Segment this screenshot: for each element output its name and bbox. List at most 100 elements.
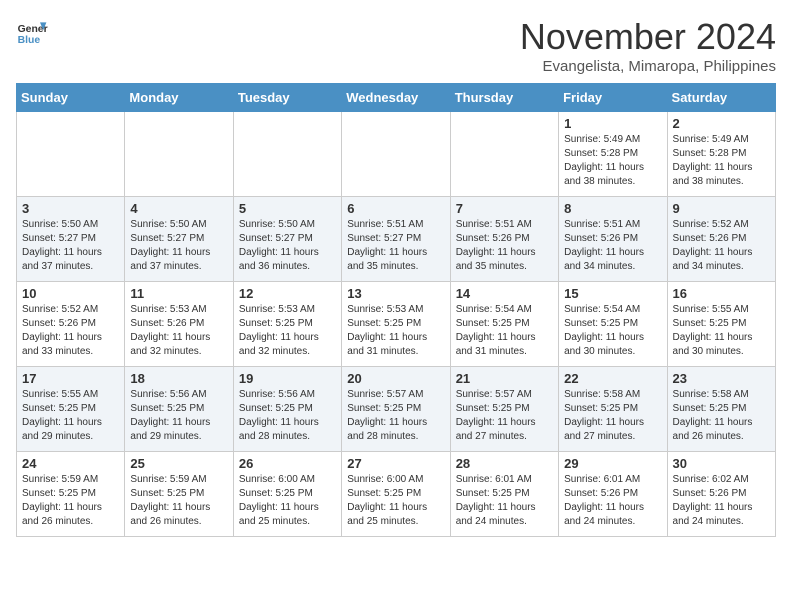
weekday-header: Friday [559, 84, 667, 112]
day-info: Sunrise: 5:50 AM Sunset: 5:27 PM Dayligh… [239, 218, 336, 274]
calendar-cell: 28Sunrise: 6:01 AM Sunset: 5:25 PM Dayli… [450, 452, 558, 537]
calendar-week-row: 10 Sunrise: 5:52 AM Sunset: 5:26 PM Dayli… [17, 282, 776, 367]
day-number: 22 [564, 371, 661, 386]
calendar-cell: 1 Sunrise: 5:49 AM Sunset: 5:28 PM Daylig… [559, 112, 667, 197]
day-number: 30 [673, 456, 770, 471]
calendar-cell: 14 Sunrise: 5:54 AM Sunset: 5:25 PM Dayli… [450, 282, 558, 367]
svg-text:Blue: Blue [18, 35, 41, 46]
day-info: Sunrise: 6:00 AM Sunset: 5:25 PM Dayligh… [239, 473, 336, 529]
day-number: 29 [564, 456, 661, 471]
day-number: 5 [239, 201, 336, 216]
day-number: 1 [564, 116, 661, 131]
calendar-cell [17, 112, 125, 197]
calendar-cell: 5 Sunrise: 5:50 AM Sunset: 5:27 PM Daylig… [233, 197, 341, 282]
day-info: Sunrise: 5:57 AM Sunset: 5:25 PM Dayligh… [347, 388, 444, 444]
calendar-cell: 30 Sunrise: 6:02 AM Sunset: 5:26 PM Dayli… [667, 452, 775, 537]
day-number: 14 [456, 286, 553, 301]
day-number: 17 [22, 371, 119, 386]
calendar-week-row: 1 Sunrise: 5:49 AM Sunset: 5:28 PM Daylig… [17, 112, 776, 197]
day-info: Sunrise: 5:59 AM Sunset: 5:25 PM Dayligh… [22, 473, 119, 529]
day-number: 8 [564, 201, 661, 216]
day-info: Sunrise: 5:51 AM Sunset: 5:26 PM Dayligh… [564, 218, 661, 274]
logo-icon: General Blue [16, 16, 48, 48]
calendar-week-row: 24 Sunrise: 5:59 AM Sunset: 5:25 PM Dayli… [17, 452, 776, 537]
calendar-cell: 6 Sunrise: 5:51 AM Sunset: 5:27 PM Daylig… [342, 197, 450, 282]
day-info: Sunrise: 5:55 AM Sunset: 5:25 PM Dayligh… [673, 303, 770, 359]
calendar-cell: 9 Sunrise: 5:52 AM Sunset: 5:26 PM Daylig… [667, 197, 775, 282]
weekday-header: Wednesday [342, 84, 450, 112]
day-number: 15 [564, 286, 661, 301]
day-info: Sunrise: 6:01 AM Sunset: 5:26 PM Dayligh… [564, 473, 661, 529]
day-number: 21 [456, 371, 553, 386]
weekday-header: Sunday [17, 84, 125, 112]
day-info: Sunrise: 5:58 AM Sunset: 5:25 PM Dayligh… [673, 388, 770, 444]
calendar-cell: 3 Sunrise: 5:50 AM Sunset: 5:27 PM Daylig… [17, 197, 125, 282]
day-number: 6 [347, 201, 444, 216]
calendar-cell: 20 Sunrise: 5:57 AM Sunset: 5:25 PM Dayli… [342, 367, 450, 452]
day-info: Sunrise: 6:00 AM Sunset: 5:25 PM Dayligh… [347, 473, 444, 529]
day-number: 18 [130, 371, 227, 386]
day-number: 25 [130, 456, 227, 471]
calendar-cell: 21 Sunrise: 5:57 AM Sunset: 5:25 PM Dayli… [450, 367, 558, 452]
day-number: 12 [239, 286, 336, 301]
day-info: Sunrise: 5:59 AM Sunset: 5:25 PM Dayligh… [130, 473, 227, 529]
day-number: 27 [347, 456, 444, 471]
day-info: Sunrise: 5:51 AM Sunset: 5:27 PM Dayligh… [347, 218, 444, 274]
calendar-table: SundayMondayTuesdayWednesdayThursdayFrid… [16, 83, 776, 537]
day-info: Sunrise: 5:49 AM Sunset: 5:28 PM Dayligh… [673, 133, 770, 189]
day-info: Sunrise: 5:54 AM Sunset: 5:25 PM Dayligh… [456, 303, 553, 359]
day-info: Sunrise: 5:49 AM Sunset: 5:28 PM Dayligh… [564, 133, 661, 189]
calendar-cell: 11 Sunrise: 5:53 AM Sunset: 5:26 PM Dayli… [125, 282, 233, 367]
location: Evangelista, Mimaropa, Philippines [520, 58, 776, 75]
day-number: 20 [347, 371, 444, 386]
calendar-cell: 16 Sunrise: 5:55 AM Sunset: 5:25 PM Dayli… [667, 282, 775, 367]
logo: General Blue [16, 16, 48, 48]
calendar-cell: 22 Sunrise: 5:58 AM Sunset: 5:25 PM Dayli… [559, 367, 667, 452]
day-number: 9 [673, 201, 770, 216]
weekday-header: Tuesday [233, 84, 341, 112]
calendar-cell: 18Sunrise: 5:56 AM Sunset: 5:25 PM Dayli… [125, 367, 233, 452]
calendar-cell: 24 Sunrise: 5:59 AM Sunset: 5:25 PM Dayli… [17, 452, 125, 537]
weekday-header: Thursday [450, 84, 558, 112]
day-info: Sunrise: 5:58 AM Sunset: 5:25 PM Dayligh… [564, 388, 661, 444]
day-number: 19 [239, 371, 336, 386]
day-info: Sunrise: 5:56 AM Sunset: 5:25 PM Dayligh… [239, 388, 336, 444]
weekday-header: Monday [125, 84, 233, 112]
month-title: November 2024 [520, 16, 776, 58]
day-number: 10 [22, 286, 119, 301]
calendar-cell: 12 Sunrise: 5:53 AM Sunset: 5:25 PM Dayli… [233, 282, 341, 367]
day-info: Sunrise: 5:50 AM Sunset: 5:27 PM Dayligh… [130, 218, 227, 274]
calendar-cell: 27 Sunrise: 6:00 AM Sunset: 5:25 PM Dayli… [342, 452, 450, 537]
day-info: Sunrise: 5:53 AM Sunset: 5:25 PM Dayligh… [347, 303, 444, 359]
weekday-header: Saturday [667, 84, 775, 112]
calendar-cell: 7Sunrise: 5:51 AM Sunset: 5:26 PM Daylig… [450, 197, 558, 282]
day-number: 4 [130, 201, 227, 216]
calendar-cell: 8 Sunrise: 5:51 AM Sunset: 5:26 PM Daylig… [559, 197, 667, 282]
day-info: Sunrise: 6:02 AM Sunset: 5:26 PM Dayligh… [673, 473, 770, 529]
day-number: 23 [673, 371, 770, 386]
day-number: 3 [22, 201, 119, 216]
day-number: 26 [239, 456, 336, 471]
day-info: Sunrise: 5:52 AM Sunset: 5:26 PM Dayligh… [22, 303, 119, 359]
calendar-week-row: 3 Sunrise: 5:50 AM Sunset: 5:27 PM Daylig… [17, 197, 776, 282]
calendar-cell [233, 112, 341, 197]
calendar-cell: 25 Sunrise: 5:59 AM Sunset: 5:25 PM Dayli… [125, 452, 233, 537]
calendar-cell: 26 Sunrise: 6:00 AM Sunset: 5:25 PM Dayli… [233, 452, 341, 537]
calendar-cell: 4 Sunrise: 5:50 AM Sunset: 5:27 PM Daylig… [125, 197, 233, 282]
day-info: Sunrise: 5:52 AM Sunset: 5:26 PM Dayligh… [673, 218, 770, 274]
day-info: Sunrise: 5:57 AM Sunset: 5:25 PM Dayligh… [456, 388, 553, 444]
calendar-cell: 17 Sunrise: 5:55 AM Sunset: 5:25 PM Dayli… [17, 367, 125, 452]
day-number: 11 [130, 286, 227, 301]
day-info: Sunrise: 5:55 AM Sunset: 5:25 PM Dayligh… [22, 388, 119, 444]
day-info: Sunrise: 5:53 AM Sunset: 5:26 PM Dayligh… [130, 303, 227, 359]
title-block: November 2024 Evangelista, Mimaropa, Phi… [520, 16, 776, 75]
calendar-cell: 2Sunrise: 5:49 AM Sunset: 5:28 PM Daylig… [667, 112, 775, 197]
calendar-cell: 10 Sunrise: 5:52 AM Sunset: 5:26 PM Dayli… [17, 282, 125, 367]
calendar-cell [450, 112, 558, 197]
day-number: 24 [22, 456, 119, 471]
day-number: 16 [673, 286, 770, 301]
day-info: Sunrise: 5:53 AM Sunset: 5:25 PM Dayligh… [239, 303, 336, 359]
day-info: Sunrise: 5:50 AM Sunset: 5:27 PM Dayligh… [22, 218, 119, 274]
day-info: Sunrise: 6:01 AM Sunset: 5:25 PM Dayligh… [456, 473, 553, 529]
day-info: Sunrise: 5:51 AM Sunset: 5:26 PM Dayligh… [456, 218, 553, 274]
